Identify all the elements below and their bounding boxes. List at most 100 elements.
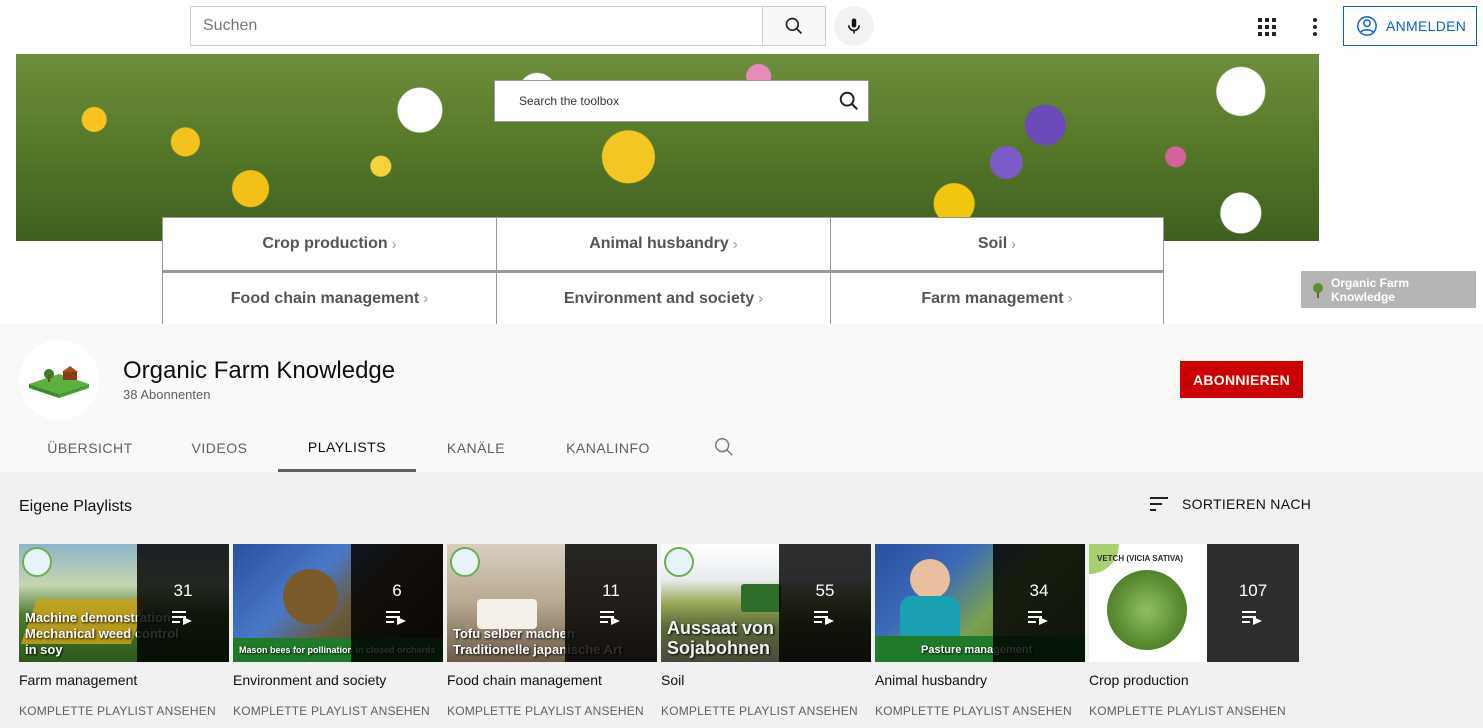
banner-category-soil: Soil › (830, 217, 1164, 272)
channel-header: Organic Farm Knowledge 38 Abonnenten ABO… (0, 324, 1483, 472)
thumbnail-text: Aussaat von Sojabohnen (667, 618, 775, 658)
channel-avatar[interactable] (19, 340, 99, 420)
banner-category-label: Animal husbandry (589, 235, 729, 252)
subscriber-count: 38 Abonnenten (123, 387, 211, 402)
channel-tabs: ÜBERSICHT VIDEOS PLAYLISTS KANÄLE KANALI… (0, 424, 1483, 472)
banner-category-label: Environment and society (563, 289, 755, 307)
banner-category-crop-production: Crop production › (162, 217, 496, 272)
video-count: 11 (602, 581, 620, 600)
video-count: 34 (1029, 581, 1049, 600)
section-title: Eigene Playlists (19, 498, 132, 515)
legumes-logo-icon (664, 547, 694, 577)
settings-more-button[interactable] (1298, 10, 1332, 44)
apps-grid-icon (1258, 18, 1276, 36)
playlist-overlay: 31 (137, 544, 229, 662)
playlist-card[interactable]: VETCH (VICIA SATIVA) 107 Crop production… (1089, 544, 1299, 718)
playlist-play-icon (814, 611, 834, 625)
playlist-thumbnail[interactable]: Mason bees for pollination in closed orc… (233, 544, 443, 662)
search-icon (785, 17, 803, 35)
legumes-logo-icon (450, 547, 480, 577)
search-icon (839, 91, 858, 110)
signin-label: ANMELDEN (1386, 18, 1467, 34)
chevron-right-icon: › (423, 290, 429, 307)
tree-icon (1312, 282, 1323, 298)
subscribe-button[interactable]: ABONNIEREN (1180, 361, 1303, 398)
tab-about[interactable]: KANALINFO (552, 424, 664, 472)
chevron-right-icon: › (732, 235, 738, 253)
channel-logo-icon (29, 366, 89, 398)
playlist-thumbnail[interactable]: Pasture management 34 (875, 544, 1085, 662)
sort-label: SORTIEREN NACH (1182, 496, 1312, 512)
video-count: 31 (173, 581, 193, 600)
playlist-title[interactable]: Environment and society (233, 672, 443, 688)
more-vertical-icon (1313, 18, 1317, 36)
chevron-right-icon: › (1011, 235, 1017, 253)
playlist-overlay: 107 (1207, 544, 1299, 662)
video-count: 107 (1238, 581, 1268, 600)
banner-link-watermark[interactable]: Organic Farm Knowledge (1301, 271, 1476, 308)
video-count: 6 (392, 581, 402, 600)
playlist-thumbnail[interactable]: Machine demonstration Mechanical weed con… (19, 544, 229, 662)
channel-banner: Search the toolbox Crop production › Anim… (0, 54, 1483, 324)
thumbnail-tofu-shape (477, 599, 537, 629)
playlist-overlay: 11 (565, 544, 657, 662)
view-full-playlist-link[interactable]: KOMPLETTE PLAYLIST ANSEHEN (1089, 704, 1299, 718)
sort-icon (1150, 497, 1168, 511)
banner-category-animal-husbandry: Animal husbandry › (496, 217, 830, 272)
playlist-thumbnail[interactable]: Aussaat von Sojabohnen 55 (661, 544, 871, 662)
banner-category-farm-management: Farm management › (830, 272, 1164, 324)
banner-category-label: Crop production (262, 235, 388, 252)
view-full-playlist-link[interactable]: KOMPLETTE PLAYLIST ANSEHEN (875, 704, 1085, 718)
channel-search-button[interactable] (713, 436, 737, 460)
playlist-overlay: 55 (779, 544, 871, 662)
legumes-logo-icon (22, 547, 52, 577)
playlist-title[interactable]: Food chain management (447, 672, 657, 688)
chevron-right-icon: › (391, 235, 397, 253)
channel-title: Organic Farm Knowledge (123, 357, 396, 384)
banner-search-box: Search the toolbox (494, 80, 869, 122)
thumbnail-tractor-shape (741, 584, 781, 612)
search-button[interactable] (762, 6, 826, 46)
playlist-title[interactable]: Crop production (1089, 672, 1299, 688)
playlist-title[interactable]: Farm management (19, 672, 229, 688)
playlist-play-icon (1242, 611, 1262, 625)
view-full-playlist-link[interactable]: KOMPLETTE PLAYLIST ANSEHEN (661, 704, 871, 718)
signin-button[interactable]: ANMELDEN (1343, 6, 1477, 46)
search-input[interactable] (190, 6, 763, 46)
sort-button[interactable]: SORTIEREN NACH (1150, 496, 1311, 512)
chevron-right-icon: › (758, 290, 764, 307)
view-full-playlist-link[interactable]: KOMPLETTE PLAYLIST ANSEHEN (447, 704, 657, 718)
view-full-playlist-link[interactable]: KOMPLETTE PLAYLIST ANSEHEN (19, 704, 229, 718)
apps-button[interactable] (1250, 10, 1284, 44)
view-full-playlist-link[interactable]: KOMPLETTE PLAYLIST ANSEHEN (233, 704, 443, 718)
video-count: 55 (815, 581, 835, 600)
banner-link-label: Organic Farm Knowledge (1330, 275, 1409, 304)
playlist-thumbnail[interactable]: VETCH (VICIA SATIVA) 107 (1089, 544, 1299, 662)
tab-overview[interactable]: ÜBERSICHT (33, 424, 147, 472)
playlist-play-icon (386, 611, 406, 625)
banner-category-label: Food chain management (230, 289, 420, 307)
thumbnail-vetch-plant (1107, 570, 1187, 650)
playlist-card[interactable]: Pasture management 34 Animal husbandry K… (875, 544, 1085, 718)
banner-category-label: Farm management (921, 289, 1064, 307)
playlist-title[interactable]: Soil (661, 672, 871, 688)
tab-playlists[interactable]: PLAYLISTS (278, 424, 416, 472)
thumbnail-person-face (910, 559, 950, 599)
tab-channels[interactable]: KANÄLE (436, 424, 516, 472)
playlist-play-icon (600, 611, 620, 625)
playlists-section: Eigene Playlists SORTIEREN NACH Machine … (0, 472, 1483, 728)
playlist-overlay: 34 (993, 544, 1085, 662)
playlist-title[interactable]: Animal husbandry (875, 672, 1085, 688)
playlist-card[interactable]: Machine demonstration Mechanical weed con… (19, 544, 229, 718)
microphone-icon (848, 18, 860, 34)
playlist-thumbnail[interactable]: Tofu selber machen Traditionelle japanisc… (447, 544, 657, 662)
banner-category-environment-and-society: Environment and society › (496, 272, 830, 324)
thumbnail-text: VETCH (VICIA SATIVA) (1097, 554, 1184, 563)
thumbnail-bee-shape (283, 569, 338, 624)
playlist-card[interactable]: Tofu selber machen Traditionelle japanisc… (447, 544, 657, 718)
tab-videos[interactable]: VIDEOS (178, 424, 261, 472)
voice-search-button[interactable] (834, 6, 874, 46)
playlist-card[interactable]: Aussaat von Sojabohnen 55 Soil KOMPLETTE … (661, 544, 871, 718)
playlist-play-icon (172, 611, 192, 625)
playlist-card[interactable]: Mason bees for pollination in closed orc… (233, 544, 443, 718)
